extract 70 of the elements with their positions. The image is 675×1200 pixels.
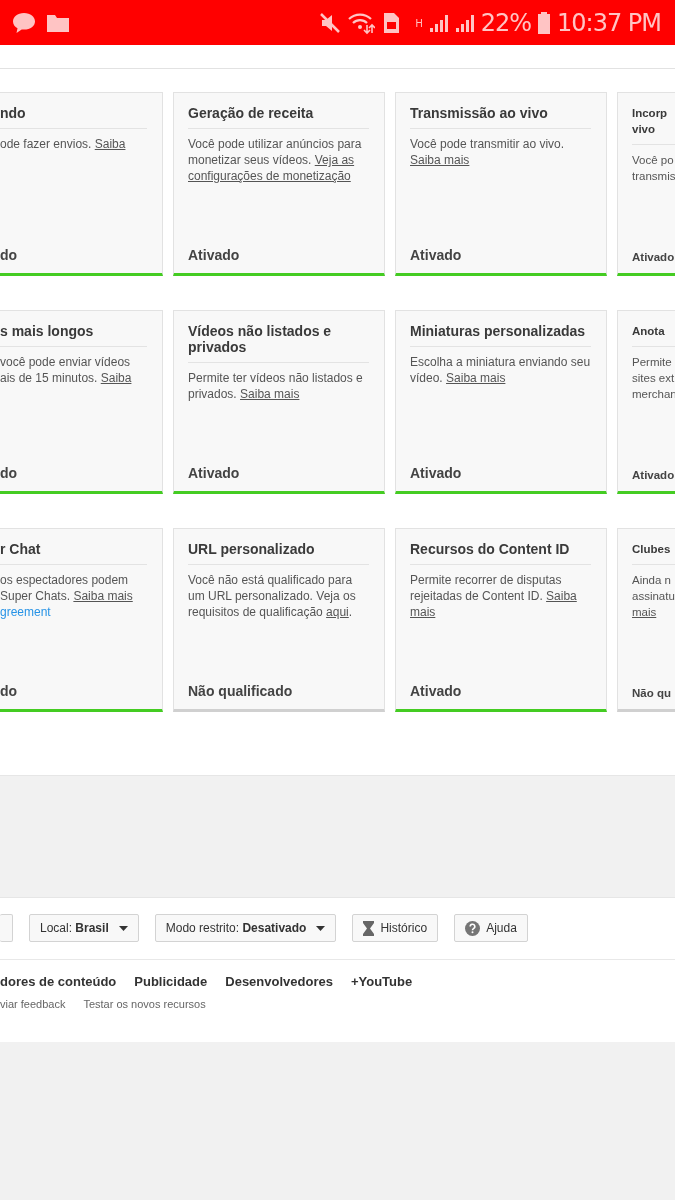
card-title: Vídeos não listados e privados	[188, 323, 369, 363]
card-description: Você pode utilizar anúncios para monetizar seus vídeos. Veja as configurações de monetização	[188, 136, 363, 184]
learn-more-link[interactable]: Saiba mais	[446, 371, 506, 385]
learn-more-link[interactable]: Saiba mais	[410, 153, 470, 167]
hourglass-icon	[363, 920, 375, 936]
history-button[interactable]: Histórico	[352, 914, 439, 942]
learn-more-link[interactable]: Saiba	[94, 137, 126, 151]
battery-percent: 22%	[480, 8, 531, 37]
card-title: Anota	[632, 323, 675, 347]
card-status: Não qualificado	[188, 683, 294, 699]
folder-icon	[46, 12, 70, 33]
card-description: Ainda n assinatu mais	[632, 573, 675, 620]
dropdown-button[interactable]: Modo restrito: Desativado	[154, 914, 337, 942]
card-title: r Chat	[0, 541, 147, 565]
card-description: Permite ter vídeos não listados e privados. Saiba mais	[188, 370, 364, 402]
card-description: você pode enviar vídeos ais de 15 minutos. Saiba	[0, 354, 133, 386]
mute-icon	[319, 11, 342, 34]
card-status: do	[0, 683, 19, 699]
card-status: Ativado	[632, 251, 675, 263]
help-icon	[465, 920, 481, 936]
card-description: ode fazer envios. Saiba	[0, 136, 127, 152]
card-description: Permite recorrer de disputas rejeitadas de Content ID. Saiba mais	[410, 572, 578, 620]
learn-more-link[interactable]: aqui	[326, 605, 349, 619]
card-title: Geração de receita	[188, 105, 369, 129]
card-status: Ativado	[632, 469, 675, 481]
card-status: Ativado	[188, 465, 241, 481]
card-description: Escolha a miniatura enviando seu vídeo. Saiba mais	[410, 354, 591, 386]
network-type: H	[415, 17, 423, 29]
dropdown-button[interactable]	[0, 914, 13, 942]
card-status: do	[0, 247, 19, 263]
learn-more-link[interactable]: Saiba mais	[240, 387, 300, 401]
learn-more-link[interactable]: mais	[632, 606, 657, 618]
caret-icon	[118, 925, 128, 931]
footer-link[interactable]: Desenvolvedores	[225, 974, 333, 989]
dropdown-button[interactable]: Local: Brasil	[29, 914, 139, 942]
card-status: Ativado	[410, 247, 463, 263]
card-description: Você po transmis	[632, 153, 675, 184]
card-title: Transmissão ao vivo	[410, 105, 591, 129]
clock: 10:37 PM	[557, 8, 661, 37]
card-description: Você pode transmitir ao vivo. Saiba mais	[410, 136, 566, 168]
footer-link[interactable]: Testar os novos recursos	[83, 998, 206, 1010]
learn-more-link[interactable]: mais	[410, 605, 436, 619]
footer-link[interactable]: dores de conteúdo	[0, 974, 117, 989]
footer-link[interactable]: +YouTube	[350, 974, 413, 989]
card-title: Recursos do Content ID	[410, 541, 591, 565]
footer-link[interactable]: viar feedback	[0, 998, 66, 1010]
card-status: Ativado	[410, 683, 463, 699]
card-title: ndo	[0, 105, 147, 129]
learn-more-link[interactable]: Saiba mais	[73, 589, 133, 603]
card-status: Ativado	[410, 465, 463, 481]
caret-icon	[316, 925, 326, 931]
card-status: Não qu	[632, 687, 672, 699]
learn-more-link[interactable]: Saiba	[546, 589, 577, 603]
card-description: Você não está qualificado para um URL personalizado. Veja os requisitos de qualificação aqui.	[188, 572, 357, 620]
learn-more-link[interactable]: Veja as	[314, 153, 355, 167]
footer-link[interactable]: Publicidade	[134, 974, 208, 989]
battery-icon	[537, 10, 551, 35]
card-status: Ativado	[188, 247, 241, 263]
learn-more-link[interactable]: Saiba	[100, 371, 132, 385]
card-title: s mais longos	[0, 323, 147, 347]
card-title: Clubes	[632, 541, 675, 565]
card-title: Incorp vivo	[632, 105, 675, 145]
card-status: do	[0, 465, 19, 481]
card-title: Miniaturas personalizadas	[410, 323, 591, 347]
learn-more-link[interactable]: configurações de monetização	[188, 169, 351, 183]
chat-icon	[12, 11, 36, 34]
help-button[interactable]: Ajuda	[454, 914, 528, 942]
card-title: URL personalizado	[188, 541, 369, 565]
card-description: os espectadores podem Super Chats. Saiba mais greement	[0, 572, 134, 620]
sim-card-icon	[381, 10, 402, 35]
